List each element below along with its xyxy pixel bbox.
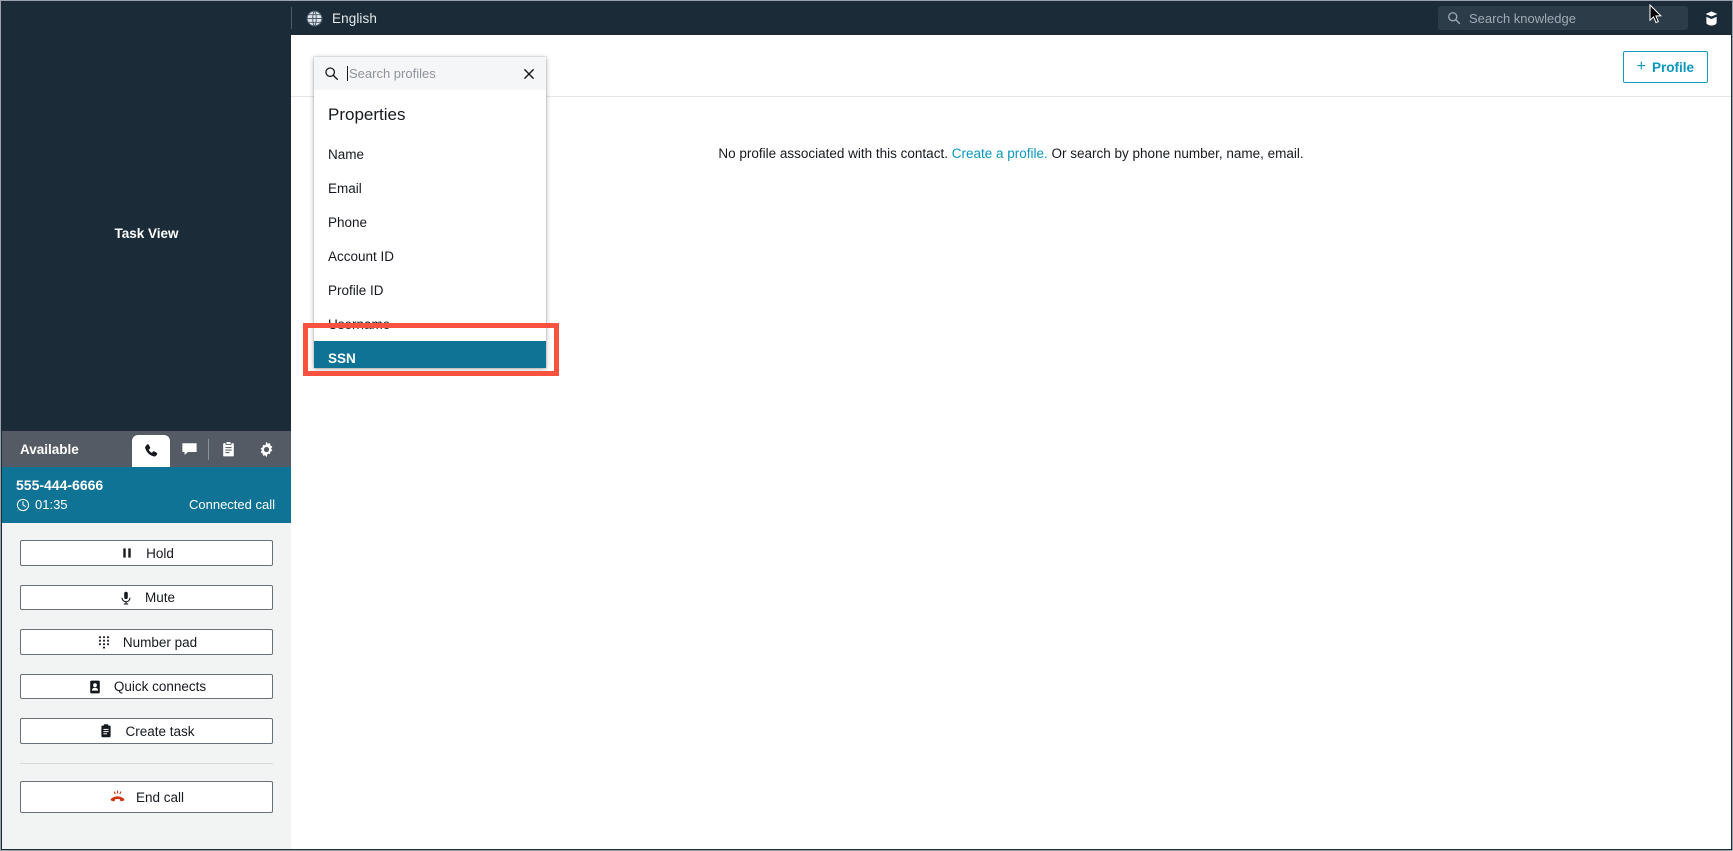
add-profile-button-label: Profile: [1651, 59, 1694, 75]
quick-connects-button-label: Quick connects: [113, 679, 207, 695]
topbar-right-group: Search knowledge: [1438, 5, 1732, 31]
text-caret: [347, 66, 348, 81]
contact-card-icon: [87, 679, 103, 695]
search-icon: [1447, 11, 1461, 25]
hold-button-label: Hold: [146, 545, 174, 561]
task-view-label: Task View: [114, 225, 179, 241]
quick-connects-button[interactable]: Quick connects: [20, 673, 273, 700]
top-bar: English Search knowledge: [1, 1, 1732, 35]
contact-control-panel: Task View Available 555-444-6666 01:35 C…: [2, 35, 291, 849]
property-label: Name: [328, 146, 365, 162]
profile-search-panel: Search profiles Properties Name Email Ph…: [314, 57, 546, 368]
task-view-area: Task View: [2, 35, 291, 431]
agent-status-bar: Available: [2, 431, 291, 468]
dialpad-icon: [96, 634, 112, 650]
mouse-cursor: [1649, 3, 1663, 25]
call-timer-group: 01:35: [16, 497, 68, 512]
number-pad-button-label: Number pad: [122, 634, 198, 650]
end-call-button-label: End call: [135, 789, 185, 805]
close-icon[interactable]: [521, 66, 537, 82]
empty-state-suffix: Or search by phone number, name, email.: [1047, 146, 1304, 161]
empty-state-prefix: No profile associated with this contact.: [718, 146, 952, 161]
phone-icon: [142, 442, 161, 461]
topbar-divider: [291, 7, 292, 29]
end-call-icon: [109, 789, 125, 805]
chat-bubble-icon: [180, 440, 199, 459]
create-task-button[interactable]: Create task: [20, 718, 273, 745]
property-label: Account ID: [328, 248, 395, 264]
call-meta-row: 01:35 Connected call: [16, 497, 275, 512]
book-icon[interactable]: [1698, 5, 1724, 31]
microphone-icon: [118, 590, 134, 606]
property-label: Phone: [328, 214, 368, 230]
property-item-phone[interactable]: Phone: [314, 205, 546, 239]
hold-button[interactable]: Hold: [20, 540, 273, 566]
property-item-username[interactable]: Username: [314, 307, 546, 341]
call-duration: 01:35: [35, 497, 68, 513]
property-item-ssn[interactable]: SSN: [314, 341, 546, 368]
clipboard-icon: [219, 440, 238, 459]
end-call-button[interactable]: End call: [20, 781, 273, 814]
properties-section-title: Properties: [328, 105, 406, 124]
globe-icon: [306, 10, 323, 27]
add-profile-button[interactable]: + Profile: [1622, 51, 1708, 83]
property-item-account-id[interactable]: Account ID: [314, 239, 546, 273]
call-status-label: Connected call: [189, 497, 275, 513]
active-call-card: 555-444-6666 01:35 Connected call: [2, 467, 291, 524]
profile-search-bar[interactable]: Search profiles: [314, 57, 546, 90]
property-label: Email: [328, 180, 362, 196]
create-profile-link[interactable]: Create a profile.: [952, 146, 1048, 161]
tab-settings[interactable]: [247, 431, 285, 467]
clock-icon: [16, 498, 30, 512]
language-label: English: [332, 10, 377, 26]
search-icon: [324, 66, 339, 81]
pause-icon: [119, 545, 135, 561]
app-window: English Search knowledge Task View Avail…: [0, 0, 1733, 851]
tab-tasks[interactable]: [209, 431, 247, 467]
clipboard-icon: [98, 723, 114, 739]
mute-button-label: Mute: [144, 590, 175, 606]
property-label: SSN: [328, 350, 356, 366]
property-item-email[interactable]: Email: [314, 171, 546, 205]
property-item-profile-id[interactable]: Profile ID: [314, 273, 546, 307]
tab-phone[interactable]: [132, 435, 170, 468]
search-profiles-placeholder: Search profiles: [349, 66, 436, 81]
ccp-controls: Hold Mute Number pad Quick connects Crea…: [2, 523, 291, 849]
plus-icon: +: [1636, 58, 1646, 75]
call-phone-number: 555-444-6666: [16, 477, 104, 494]
end-call-section: End call: [20, 763, 273, 849]
tab-chat[interactable]: [170, 431, 208, 467]
property-label: Profile ID: [328, 282, 384, 298]
topbar-left-spacer: [1, 1, 291, 35]
agent-status-label[interactable]: Available: [20, 442, 79, 457]
ccp-tab-strip: [132, 431, 291, 468]
create-task-button-label: Create task: [125, 723, 195, 739]
search-knowledge-placeholder: Search knowledge: [1469, 10, 1576, 26]
property-item-name[interactable]: Name: [314, 137, 546, 171]
number-pad-button[interactable]: Number pad: [20, 629, 273, 655]
language-selector[interactable]: English: [306, 10, 377, 27]
search-profiles-input[interactable]: Search profiles: [347, 66, 513, 81]
gear-icon: [257, 440, 276, 459]
mute-button[interactable]: Mute: [20, 584, 273, 611]
profile-properties-list[interactable]: Properties Name Email Phone Account ID P…: [314, 90, 546, 368]
property-label: Username: [328, 316, 391, 332]
